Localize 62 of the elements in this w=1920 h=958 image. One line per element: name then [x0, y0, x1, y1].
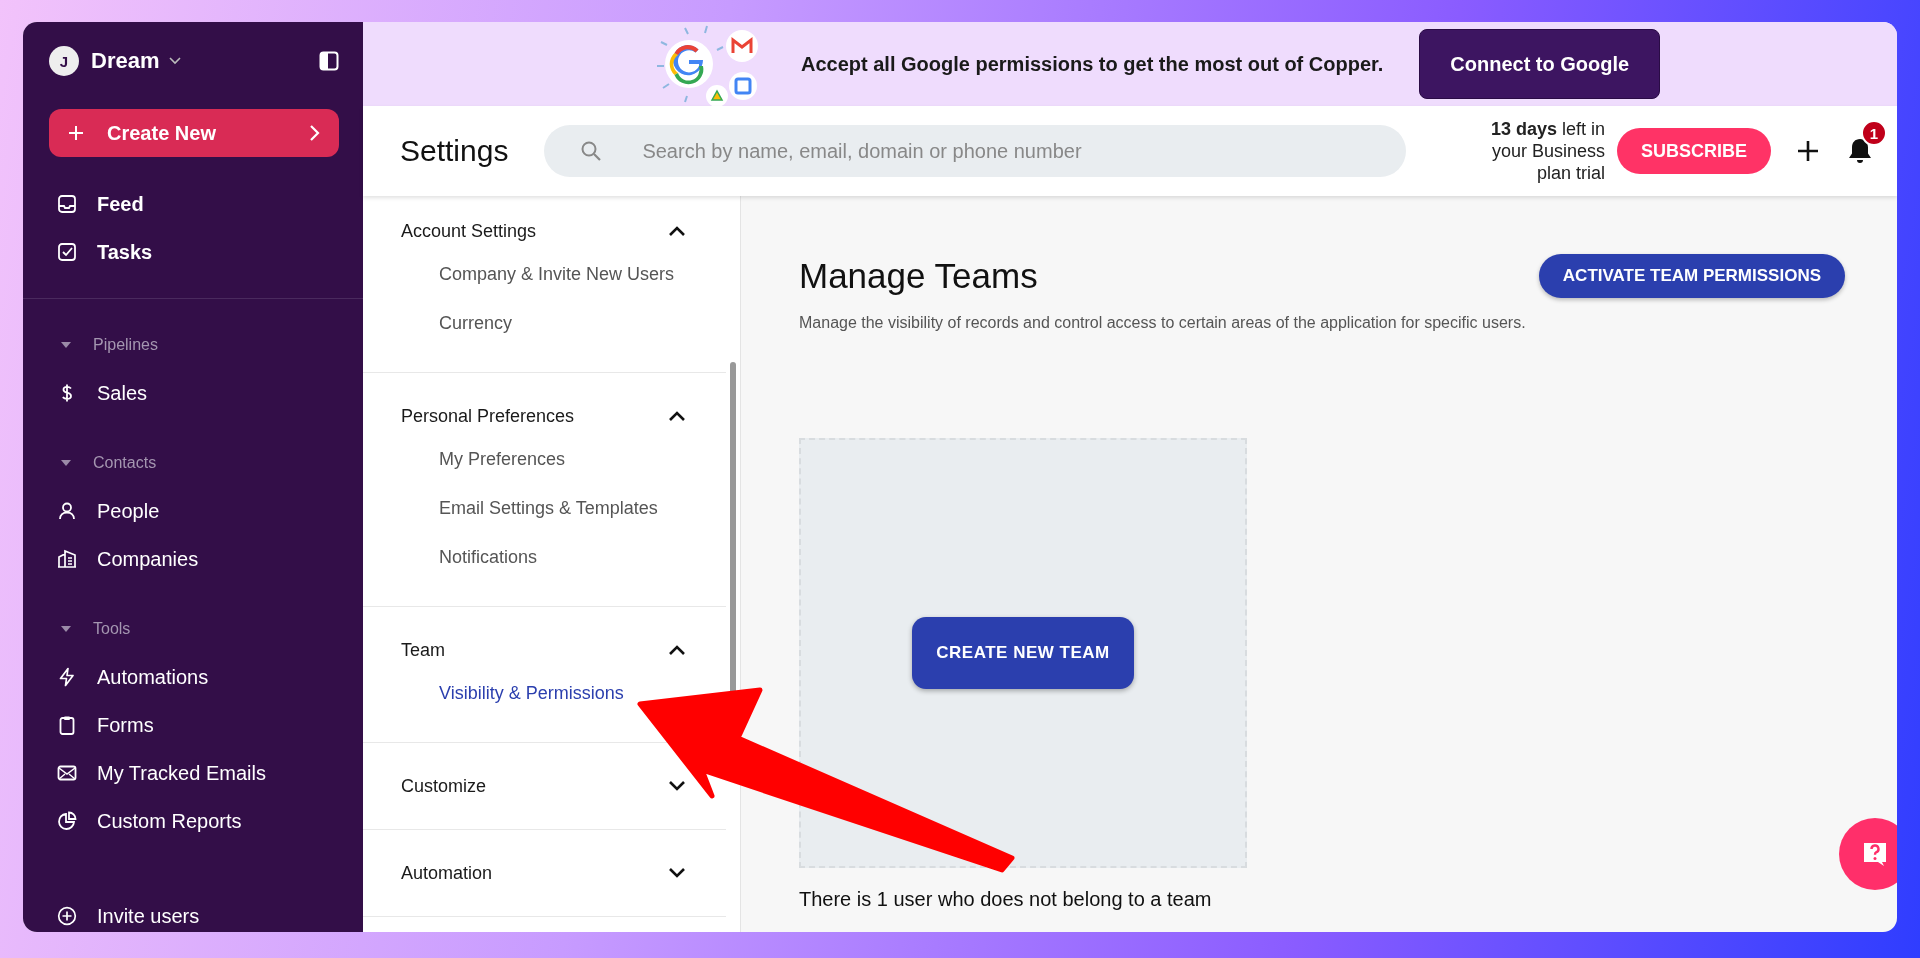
- sidebar-item[interactable]: Tasks: [49, 228, 339, 276]
- chevron-icon: [309, 124, 321, 142]
- create-new-button[interactable]: Create New: [49, 109, 339, 157]
- sidebar-item[interactable]: Feed: [49, 180, 339, 228]
- settings-menu-item[interactable]: My Preferences: [439, 435, 566, 484]
- add-icon[interactable]: [1797, 140, 1819, 162]
- sidebar-item[interactable]: Forms: [49, 701, 339, 749]
- sidebar-item[interactable]: Automations: [49, 653, 339, 701]
- help-button[interactable]: [1839, 818, 1897, 890]
- search-field[interactable]: Search by name, email, domain or phone number: [544, 125, 1407, 177]
- section-header[interactable]: Tools: [49, 605, 339, 653]
- section-header[interactable]: Pipelines: [49, 321, 339, 369]
- chevron-icon[interactable]: [668, 780, 686, 792]
- settings-menu-item[interactable]: Email Settings & Templates: [439, 484, 658, 533]
- invite-users-link[interactable]: Invite users: [49, 892, 339, 932]
- settings-group-header[interactable]: Account Settings: [363, 212, 726, 250]
- settings-menu-item[interactable]: Notifications: [439, 533, 538, 582]
- chevron-icon[interactable]: [668, 410, 686, 422]
- inbox-icon: [57, 194, 77, 214]
- sidebar-item[interactable]: Companies: [49, 535, 339, 583]
- settings-group-header[interactable]: Automation: [363, 854, 726, 892]
- sidebar-item[interactable]: My Tracked Emails: [49, 749, 339, 797]
- chevron-icon[interactable]: [668, 644, 686, 656]
- sidebar-toggle-icon[interactable]: [319, 51, 339, 71]
- section-description: Manage the visibility of records and control access to certain areas of the application for specific users.: [799, 314, 1527, 332]
- page-title: Settings: [400, 134, 509, 168]
- create-new-team-button[interactable]: CREATE NEW TEAM: [912, 617, 1134, 689]
- settings-group-header[interactable]: Team: [363, 631, 726, 669]
- workspace-name[interactable]: Dream: [91, 48, 160, 74]
- settings-menu-item[interactable]: Company & Invite New Users: [439, 250, 675, 299]
- person-icon: [57, 501, 77, 521]
- caret-icon[interactable]: [61, 342, 71, 348]
- section-header[interactable]: Contacts: [49, 439, 339, 487]
- caret-icon[interactable]: [61, 460, 71, 466]
- building-icon: [57, 549, 77, 569]
- notification-badge: 1: [1861, 120, 1887, 146]
- section-title: Manage Teams: [799, 256, 1038, 296]
- caret-icon[interactable]: [169, 57, 182, 65]
- settings-menu-item[interactable]: Currency: [439, 299, 513, 348]
- chevron-icon[interactable]: [668, 225, 686, 237]
- sidebar-item[interactable]: Sales: [49, 369, 339, 417]
- pie-chart-icon: [57, 811, 77, 831]
- settings-menu-item[interactable]: Visibility & Permissions: [439, 669, 624, 718]
- clipboard-icon: [57, 715, 77, 735]
- plus-circle-icon: [57, 906, 77, 926]
- activate-team-permissions-button[interactable]: ACTIVATE TEAM PERMISSIONS: [1538, 254, 1845, 298]
- banner-message: Accept all Google permissions to get the most out of Copper.: [801, 52, 1384, 76]
- plus-icon: [67, 124, 85, 142]
- sidebar-item[interactable]: People: [49, 487, 339, 535]
- envelope-icon: [57, 763, 77, 783]
- connect-google-button[interactable]: Connect to Google: [1419, 29, 1661, 99]
- settings-group-header[interactable]: Customize: [363, 767, 726, 805]
- settings-group-header[interactable]: Personal Preferences: [363, 397, 726, 435]
- lightning-icon: [57, 667, 77, 687]
- workspace-avatar[interactable]: J: [49, 46, 79, 76]
- chevron-icon[interactable]: [668, 867, 686, 879]
- checkbox-icon: [57, 242, 77, 262]
- subscribe-button[interactable]: SUBSCRIBE: [1617, 128, 1771, 174]
- unassigned-users-text: There is 1 user who does not belong to a team: [799, 888, 1213, 911]
- caret-icon[interactable]: [61, 626, 71, 632]
- trial-notice: 13 days left in your Business plan trial: [1489, 118, 1605, 184]
- sidebar-item[interactable]: Custom Reports: [49, 797, 339, 845]
